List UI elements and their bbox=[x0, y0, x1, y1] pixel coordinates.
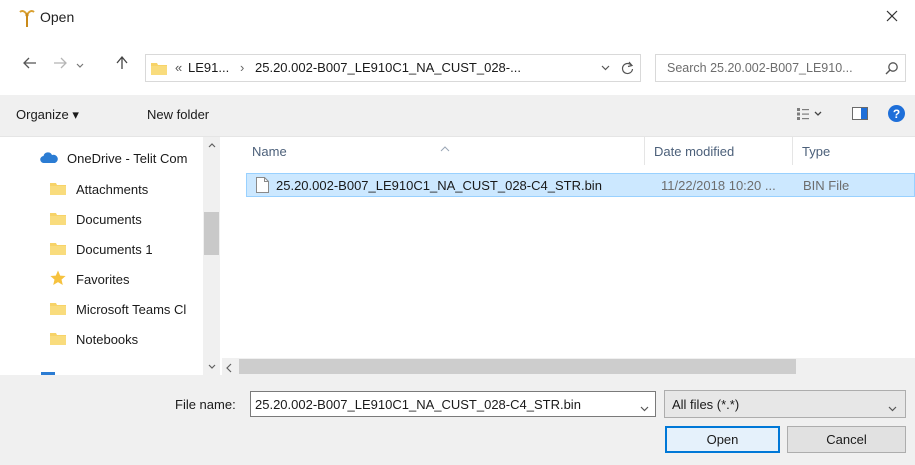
dialog-app-icon bbox=[19, 8, 35, 28]
close-button[interactable] bbox=[869, 0, 915, 34]
open-button[interactable]: Open bbox=[665, 426, 780, 453]
address-overflow-icon[interactable]: « bbox=[175, 60, 182, 75]
file-type-value: All files (*.*) bbox=[672, 397, 740, 412]
dialog-footer: File name: 25.20.002-B007_LE910C1_NA_CUS… bbox=[0, 375, 915, 465]
refresh-icon[interactable] bbox=[618, 59, 636, 77]
search-input[interactable]: Search 25.20.002-B007_LE910... bbox=[667, 61, 853, 75]
open-button-label: Open bbox=[706, 432, 739, 447]
chevron-down-icon[interactable] bbox=[640, 400, 649, 415]
breadcrumb-segment-parent[interactable]: LE91... bbox=[188, 60, 229, 75]
svg-text:?: ? bbox=[892, 107, 899, 121]
tree-item-partial[interactable] bbox=[40, 364, 210, 375]
navigation-pane-scrollbar[interactable] bbox=[203, 137, 220, 375]
address-bar[interactable]: « LE91... › 25.20.002-B007_LE910C1_NA_CU… bbox=[145, 54, 641, 82]
tree-item-label: Notebooks bbox=[76, 331, 139, 347]
tree-item-label: OneDrive - Telit Com bbox=[67, 150, 188, 166]
file-type-select[interactable]: All files (*.*) bbox=[664, 390, 906, 418]
command-toolbar: Organize ▾ New folder ? bbox=[0, 95, 915, 137]
cloud-icon bbox=[40, 151, 58, 166]
organize-menu-button[interactable]: Organize ▾ bbox=[16, 107, 79, 123]
change-view-button[interactable] bbox=[795, 105, 825, 125]
tree-item-documents[interactable]: Documents bbox=[50, 206, 220, 232]
search-box[interactable]: Search 25.20.002-B007_LE910... bbox=[655, 54, 906, 82]
sort-ascending-icon bbox=[440, 140, 450, 152]
file-list-horizontal-scrollbar[interactable] bbox=[222, 358, 915, 375]
scroll-left-icon[interactable] bbox=[226, 361, 232, 376]
file-date-modified: 11/22/2018 10:20 ... bbox=[661, 178, 776, 193]
folder-icon bbox=[50, 180, 66, 199]
recent-locations-button[interactable] bbox=[72, 50, 88, 78]
search-icon[interactable] bbox=[885, 61, 899, 75]
file-name-field[interactable]: 25.20.002-B007_LE910C1_NA_CUST_028-C4_ST… bbox=[250, 391, 656, 417]
folder-icon bbox=[50, 330, 66, 349]
folder-icon bbox=[50, 240, 66, 259]
cancel-button-label: Cancel bbox=[826, 432, 867, 447]
scrollbar-thumb[interactable] bbox=[204, 212, 219, 255]
up-arrow-icon bbox=[116, 55, 128, 73]
address-history-dropdown[interactable] bbox=[597, 59, 613, 77]
forward-button[interactable] bbox=[48, 50, 72, 78]
help-button[interactable]: ? bbox=[887, 105, 905, 125]
new-folder-button[interactable]: New folder bbox=[147, 107, 209, 122]
column-divider[interactable] bbox=[792, 137, 793, 165]
close-icon bbox=[886, 10, 898, 25]
breadcrumb-segment-current[interactable]: 25.20.002-B007_LE910C1_NA_CUST_028-... bbox=[255, 60, 521, 75]
file-name: 25.20.002-B007_LE910C1_NA_CUST_028-C4_ST… bbox=[276, 178, 602, 193]
column-header-name[interactable]: Name bbox=[252, 137, 287, 165]
tree-item-label: Documents bbox=[76, 211, 142, 227]
file-type: BIN File bbox=[803, 178, 850, 193]
column-divider[interactable] bbox=[644, 137, 645, 165]
file-name-value[interactable]: 25.20.002-B007_LE910C1_NA_CUST_028-C4_ST… bbox=[255, 397, 581, 412]
file-row[interactable]: 25.20.002-B007_LE910C1_NA_CUST_028-C4_ST… bbox=[246, 173, 915, 197]
star-icon bbox=[50, 270, 66, 289]
title-bar: Open bbox=[0, 0, 915, 34]
tree-item-label: Favorites bbox=[76, 271, 130, 287]
help-icon: ? bbox=[887, 105, 905, 125]
tree-item-microsoft-teams[interactable]: Microsoft Teams Cl bbox=[50, 296, 220, 322]
tree-item-label: Documents 1 bbox=[76, 241, 153, 257]
tree-item-favorites[interactable]: Favorites bbox=[50, 266, 220, 292]
file-name-label: File name: bbox=[175, 397, 236, 412]
window-title: Open bbox=[40, 9, 75, 25]
tree-item-onedrive[interactable]: OneDrive - Telit Com bbox=[40, 145, 210, 171]
chevron-down-icon bbox=[76, 57, 84, 72]
navigation-bar: « LE91... › 25.20.002-B007_LE910C1_NA_CU… bbox=[0, 44, 915, 84]
preview-pane-icon bbox=[852, 107, 868, 123]
back-button[interactable] bbox=[18, 50, 42, 78]
scrollbar-thumb[interactable] bbox=[239, 359, 796, 374]
tree-item-label: Attachments bbox=[76, 181, 149, 197]
tree-item-notebooks[interactable]: Notebooks bbox=[50, 326, 220, 352]
breadcrumb-separator: › bbox=[240, 60, 245, 75]
tree-item-documents-1[interactable]: Documents 1 bbox=[50, 236, 220, 262]
folder-icon bbox=[151, 60, 167, 76]
navigation-pane[interactable]: OneDrive - Telit Com Attachments Documen… bbox=[0, 137, 221, 375]
folder-icon bbox=[50, 300, 66, 319]
up-button[interactable] bbox=[110, 50, 134, 78]
scroll-up-icon[interactable] bbox=[203, 137, 220, 154]
chevron-down-icon bbox=[888, 400, 897, 415]
folder-icon bbox=[50, 210, 66, 229]
cancel-button[interactable]: Cancel bbox=[787, 426, 906, 453]
column-header-type[interactable]: Type bbox=[802, 137, 830, 165]
scroll-down-icon[interactable] bbox=[203, 358, 220, 375]
forward-arrow-icon bbox=[53, 57, 67, 72]
file-list[interactable]: Name Date modified Type 25.20.002-B007_L… bbox=[222, 137, 915, 375]
tree-item-attachments[interactable]: Attachments bbox=[50, 176, 220, 202]
back-arrow-icon bbox=[23, 57, 37, 72]
file-icon bbox=[256, 177, 269, 196]
preview-pane-button[interactable] bbox=[850, 105, 870, 125]
column-header-date-modified[interactable]: Date modified bbox=[654, 137, 734, 165]
details-view-icon bbox=[797, 107, 823, 123]
tree-item-label: Microsoft Teams Cl bbox=[76, 301, 187, 317]
